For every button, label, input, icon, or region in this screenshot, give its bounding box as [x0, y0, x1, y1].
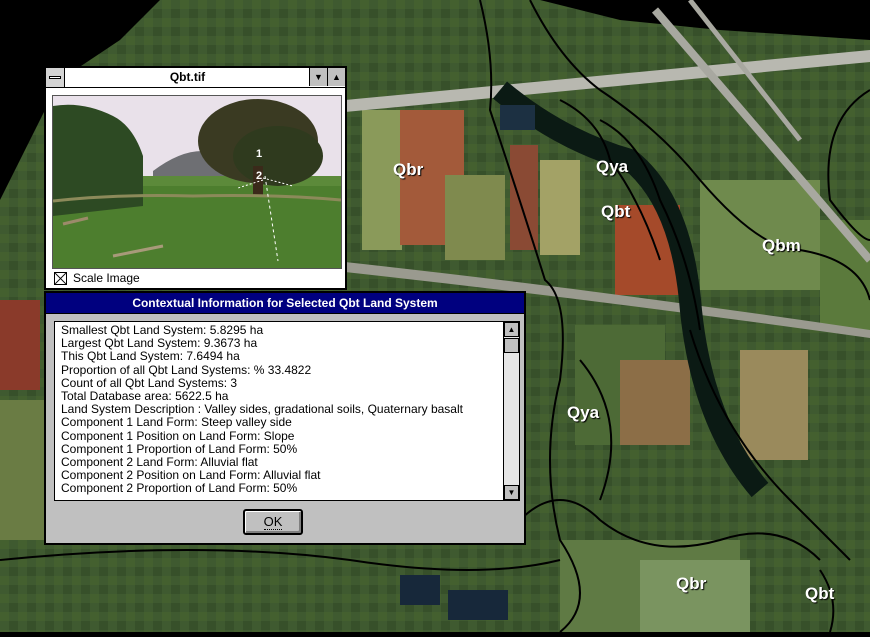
context-info-dialog[interactable]: Contextual Information for Selected Qbt …: [44, 291, 526, 545]
site-photo: 1 2: [52, 95, 342, 269]
map-label-qbt: Qbt: [601, 202, 631, 221]
info-line-proportion: Proportion of all Qbt Land Systems: % 33…: [61, 362, 312, 377]
photo-marker-2: 2: [256, 170, 263, 182]
map-label-qbm: Qbm: [762, 236, 801, 255]
image-window[interactable]: Qbt.tif ▼ ▲ 1 2 Scale Image: [44, 66, 347, 290]
arrow-up-icon: ▲: [507, 325, 516, 334]
scale-image-checkbox[interactable]: Scale Image: [54, 271, 140, 285]
site-photo-image: [53, 96, 341, 268]
info-lines: Smallest Qbt Land System: 5.8295 ha Larg…: [61, 324, 499, 500]
info-listbox[interactable]: Smallest Qbt Land System: 5.8295 ha Larg…: [54, 321, 520, 501]
system-menu-icon[interactable]: [46, 68, 65, 87]
image-window-titlebar[interactable]: Qbt.tif ▼ ▲: [46, 68, 345, 88]
triangle-down-icon: ▼: [314, 72, 323, 82]
dialog-title: Contextual Information for Selected Qbt …: [46, 293, 524, 314]
scale-image-label: Scale Image: [73, 271, 140, 285]
triangle-up-icon: ▲: [332, 72, 341, 82]
ok-button-label: OK: [263, 514, 283, 530]
map-label-qbt-lower: Qbt: [805, 584, 835, 603]
minimize-button[interactable]: ▼: [309, 68, 327, 86]
maximize-button[interactable]: ▲: [327, 68, 345, 86]
image-window-title: Qbt.tif: [169, 70, 206, 84]
scroll-thumb[interactable]: [504, 338, 519, 353]
info-line-c2-proportion: Component 2 Proportion of Land Form: 50%: [61, 481, 298, 496]
map-label-qya: Qya: [596, 157, 629, 176]
info-line-this: This Qbt Land System: 7.6494 ha: [61, 349, 240, 364]
ok-button[interactable]: OK: [243, 509, 303, 535]
map-label-qya-lower: Qya: [567, 403, 600, 422]
map-label-qbr-lower: Qbr: [676, 574, 707, 593]
scroll-down-button[interactable]: ▼: [504, 485, 519, 500]
scroll-up-button[interactable]: ▲: [504, 322, 519, 337]
info-line-c1-landform: Component 1 Land Form: Steep valley side: [61, 415, 292, 430]
vertical-scrollbar[interactable]: ▲ ▼: [503, 322, 519, 500]
arrow-down-icon: ▼: [507, 488, 516, 497]
map-label-qbr: Qbr: [393, 160, 424, 179]
info-line-c1-position: Component 1 Position on Land Form: Slope: [61, 428, 295, 443]
photo-marker-1: 1: [256, 148, 263, 160]
checkbox-checked-icon[interactable]: [54, 271, 67, 285]
